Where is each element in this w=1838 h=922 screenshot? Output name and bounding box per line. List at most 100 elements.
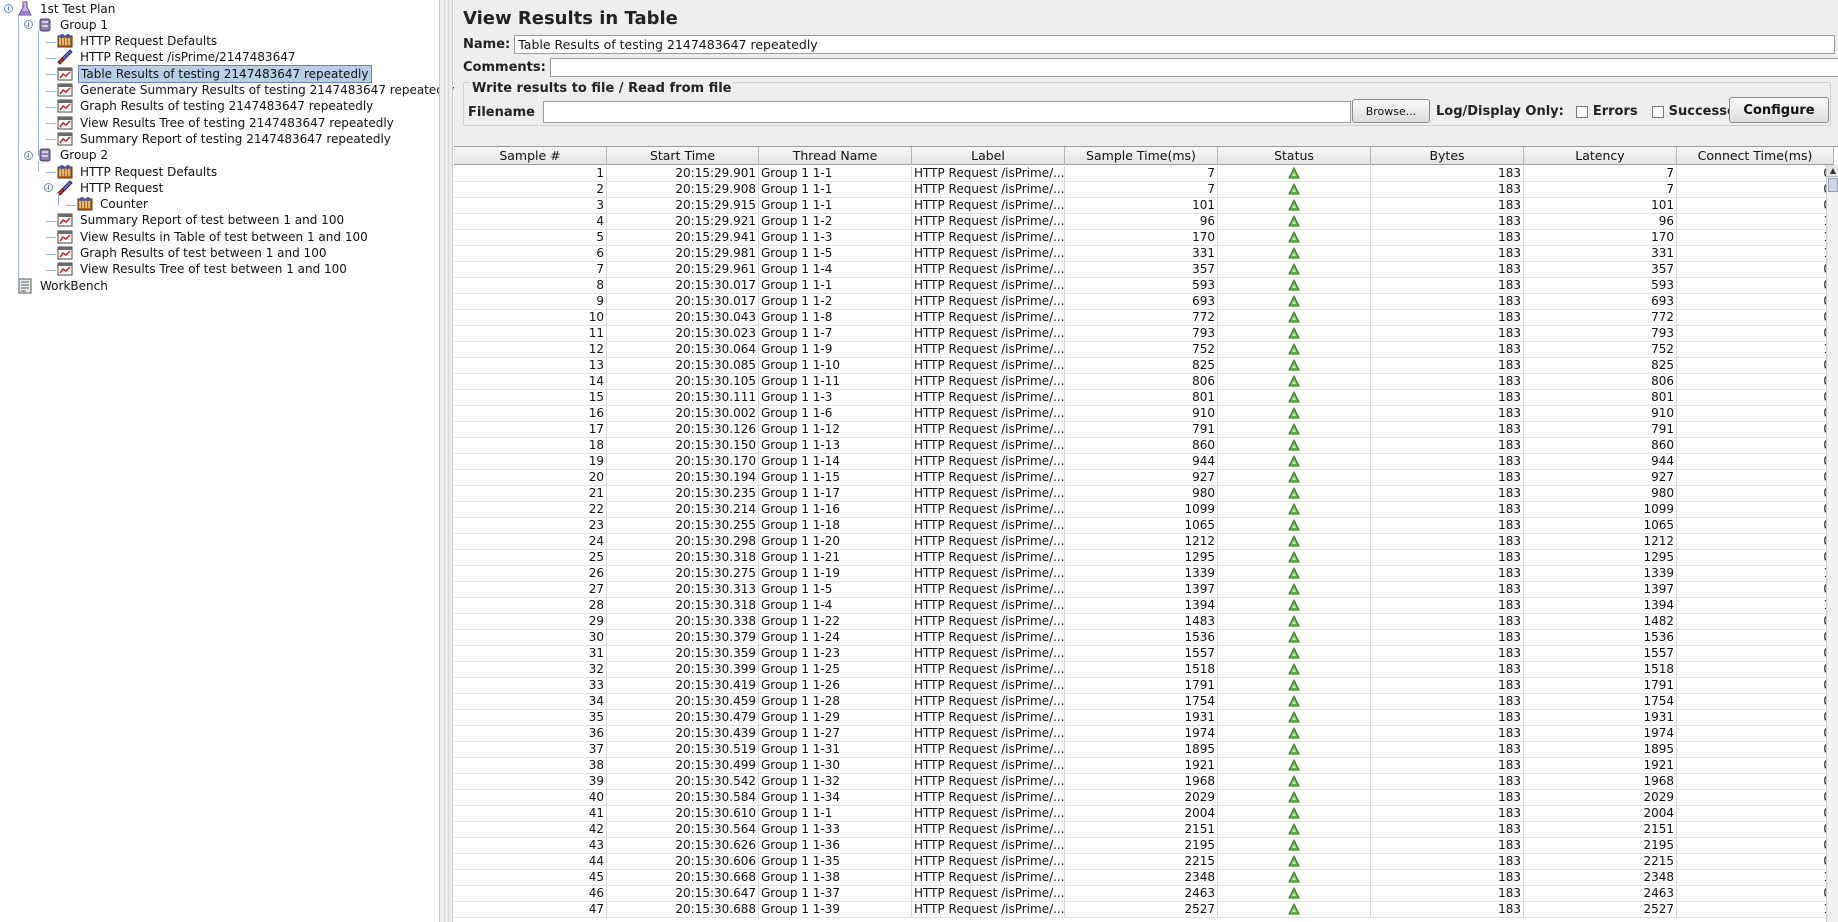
table-row[interactable]: 2 20:15:29.908 Group 1 1-1 HTTP Request /is… <box>454 182 1834 198</box>
table-row[interactable]: 10 20:15:30.043 Group 1 1-8 HTTP Request /i… <box>454 310 1834 326</box>
column-header[interactable]: Start Time <box>607 147 759 165</box>
table-row[interactable]: 33 20:15:30.419 Group 1 1-26 HTTP Request /… <box>454 678 1834 694</box>
table-cell: 0 <box>1677 534 1834 550</box>
status-cell <box>1218 758 1371 774</box>
table-row[interactable]: 12 20:15:30.064 Group 1 1-9 HTTP Request /i… <box>454 342 1834 358</box>
table-cell: Group 1 1-1 <box>759 166 912 182</box>
table-row[interactable]: 44 20:15:30.606 Group 1 1-35 HTTP Request /… <box>454 854 1834 870</box>
column-header[interactable]: Bytes <box>1371 147 1524 165</box>
table-row[interactable]: 19 20:15:30.170 Group 1 1-14 HTTP Request /… <box>454 454 1834 470</box>
table-row[interactable]: 14 20:15:30.105 Group 1 1-11 HTTP Request /… <box>454 374 1834 390</box>
vertical-scrollbar[interactable]: ▲ <box>1826 165 1838 922</box>
filename-input[interactable] <box>543 101 1351 123</box>
column-header[interactable]: Sample # <box>454 147 607 165</box>
table-cell: 34 <box>454 694 607 710</box>
table-row[interactable]: 40 20:15:30.584 Group 1 1-34 HTTP Request /… <box>454 790 1834 806</box>
successes-checkbox[interactable] <box>1651 105 1664 118</box>
status-cell <box>1218 406 1371 422</box>
success-triangle-icon <box>1288 870 1300 885</box>
table-row[interactable]: 8 20:15:30.017 Group 1 1-1 HTTP Request /is… <box>454 278 1834 294</box>
table-cell: 183 <box>1371 166 1524 182</box>
table-row[interactable]: 37 20:15:30.519 Group 1 1-31 HTTP Request /… <box>454 742 1834 758</box>
comments-field[interactable] <box>549 58 1838 77</box>
table-cell: 1339 <box>1524 566 1677 582</box>
table-cell: 910 <box>1524 406 1677 422</box>
table-row[interactable]: 41 20:15:30.610 Group 1 1-1 HTTP Request /i… <box>454 806 1834 822</box>
name-field[interactable]: Table Results of testing 2147483647 repe… <box>514 35 1836 54</box>
table-row[interactable]: 13 20:15:30.085 Group 1 1-10 HTTP Request /… <box>454 358 1834 374</box>
column-header[interactable]: Thread Name <box>759 147 912 165</box>
table-cell: Group 1 1-14 <box>759 454 912 470</box>
scroll-up-icon[interactable]: ▲ <box>1827 165 1838 177</box>
test-plan-tree[interactable]: 1st Test Plan Group 1 HTTP Request Default… <box>0 0 454 922</box>
table-row[interactable]: 17 20:15:30.126 Group 1 1-12 HTTP Request /… <box>454 422 1834 438</box>
configure-button[interactable]: Configure <box>1729 97 1829 123</box>
table-cell: 20:15:30.150 <box>607 438 759 454</box>
table-row[interactable]: 45 20:15:30.668 Group 1 1-38 HTTP Request /… <box>454 870 1834 886</box>
table-row[interactable]: 21 20:15:30.235 Group 1 1-17 HTTP Request /… <box>454 486 1834 502</box>
tree-expand-icon[interactable] <box>4 4 13 13</box>
column-header[interactable]: Connect Time(ms) <box>1677 147 1834 165</box>
table-row[interactable]: 26 20:15:30.275 Group 1 1-19 HTTP Request /… <box>454 566 1834 582</box>
table-row[interactable]: 4 20:15:29.921 Group 1 1-2 HTTP Request /is… <box>454 214 1834 230</box>
table-row[interactable]: 38 20:15:30.499 Group 1 1-30 HTTP Request /… <box>454 758 1834 774</box>
table-row[interactable]: 43 20:15:30.626 Group 1 1-36 HTTP Request /… <box>454 838 1834 854</box>
status-cell <box>1218 534 1371 550</box>
table-row[interactable]: 39 20:15:30.542 Group 1 1-32 HTTP Request /… <box>454 774 1834 790</box>
table-cell: 35 <box>454 710 607 726</box>
table-row[interactable]: 6 20:15:29.981 Group 1 1-5 HTTP Request /is… <box>454 246 1834 262</box>
table-row[interactable]: 27 20:15:30.313 Group 1 1-5 HTTP Request /i… <box>454 582 1834 598</box>
table-row[interactable]: 31 20:15:30.359 Group 1 1-23 HTTP Request /… <box>454 646 1834 662</box>
table-cell: 13 <box>454 358 607 374</box>
table-row[interactable]: 15 20:15:30.111 Group 1 1-3 HTTP Request /i… <box>454 390 1834 406</box>
table-row[interactable]: 25 20:15:30.318 Group 1 1-21 HTTP Request /… <box>454 550 1834 566</box>
success-triangle-icon <box>1288 470 1300 485</box>
table-row[interactable]: 24 20:15:30.298 Group 1 1-20 HTTP Request /… <box>454 534 1834 550</box>
table-row[interactable]: 18 20:15:30.150 Group 1 1-13 HTTP Request /… <box>454 438 1834 454</box>
table-row[interactable]: 46 20:15:30.647 Group 1 1-37 HTTP Request /… <box>454 886 1834 902</box>
table-cell: 1791 <box>1524 678 1677 694</box>
table-cell: 2004 <box>1065 806 1218 822</box>
scrollbar-thumb[interactable] <box>1828 178 1838 192</box>
table-row[interactable]: 22 20:15:30.214 Group 1 1-16 HTTP Request /… <box>454 502 1834 518</box>
table-cell: 183 <box>1371 822 1524 838</box>
table-row[interactable]: 29 20:15:30.338 Group 1 1-22 HTTP Request /… <box>454 614 1834 630</box>
table-row[interactable]: 7 20:15:29.961 Group 1 1-4 HTTP Request /is… <box>454 262 1834 278</box>
browse-button[interactable]: Browse... <box>1352 99 1430 123</box>
table-cell: 2348 <box>1065 870 1218 886</box>
table-row[interactable]: 30 20:15:30.379 Group 1 1-24 HTTP Request /… <box>454 630 1834 646</box>
table-row[interactable]: 34 20:15:30.459 Group 1 1-28 HTTP Request /… <box>454 694 1834 710</box>
success-triangle-icon <box>1288 214 1300 229</box>
column-header[interactable]: Label <box>912 147 1065 165</box>
split-pane-divider[interactable] <box>439 0 453 922</box>
table-row[interactable]: 3 20:15:29.915 Group 1 1-1 HTTP Request /is… <box>454 198 1834 214</box>
table-cell: 1518 <box>1065 662 1218 678</box>
table-row[interactable]: 47 20:15:30.688 Group 1 1-39 HTTP Request /… <box>454 902 1834 918</box>
column-header[interactable]: Sample Time(ms) <box>1065 147 1218 165</box>
table-cell: HTTP Request /isPrime/... <box>912 550 1065 566</box>
table-row[interactable]: 32 20:15:30.399 Group 1 1-25 HTTP Request /… <box>454 662 1834 678</box>
table-cell: 10 <box>454 310 607 326</box>
tree-node-label: Counter <box>100 197 148 212</box>
table-row[interactable]: 23 20:15:30.255 Group 1 1-18 HTTP Request /… <box>454 518 1834 534</box>
column-header[interactable]: Latency <box>1524 147 1677 165</box>
table-row[interactable]: 35 20:15:30.479 Group 1 1-29 HTTP Request /… <box>454 710 1834 726</box>
column-header[interactable]: Status <box>1218 147 1371 165</box>
table-cell: 793 <box>1065 326 1218 342</box>
table-cell: 1 <box>1677 902 1834 918</box>
tree-node[interactable]: WorkBench <box>17 276 110 295</box>
table-row[interactable]: 28 20:15:30.318 Group 1 1-4 HTTP Request /i… <box>454 598 1834 614</box>
table-row[interactable]: 42 20:15:30.564 Group 1 1-33 HTTP Request /… <box>454 822 1834 838</box>
table-row[interactable]: 9 20:15:30.017 Group 1 1-2 HTTP Request /is… <box>454 294 1834 310</box>
errors-checkbox[interactable] <box>1575 105 1588 118</box>
table-cell: HTTP Request /isPrime/... <box>912 710 1065 726</box>
table-row[interactable]: 16 20:15:30.002 Group 1 1-6 HTTP Request /i… <box>454 406 1834 422</box>
table-cell: 183 <box>1371 502 1524 518</box>
table-row[interactable]: 5 20:15:29.941 Group 1 1-3 HTTP Request /is… <box>454 230 1834 246</box>
table-cell: 2215 <box>1524 854 1677 870</box>
table-row[interactable]: 36 20:15:30.439 Group 1 1-27 HTTP Request /… <box>454 726 1834 742</box>
table-row[interactable]: 11 20:15:30.023 Group 1 1-7 HTTP Request /i… <box>454 326 1834 342</box>
table-row[interactable]: 20 20:15:30.194 Group 1 1-15 HTTP Request /… <box>454 470 1834 486</box>
table-row[interactable]: 1 20:15:29.901 Group 1 1-1 HTTP Request /is… <box>454 166 1834 182</box>
table-cell: HTTP Request /isPrime/... <box>912 598 1065 614</box>
